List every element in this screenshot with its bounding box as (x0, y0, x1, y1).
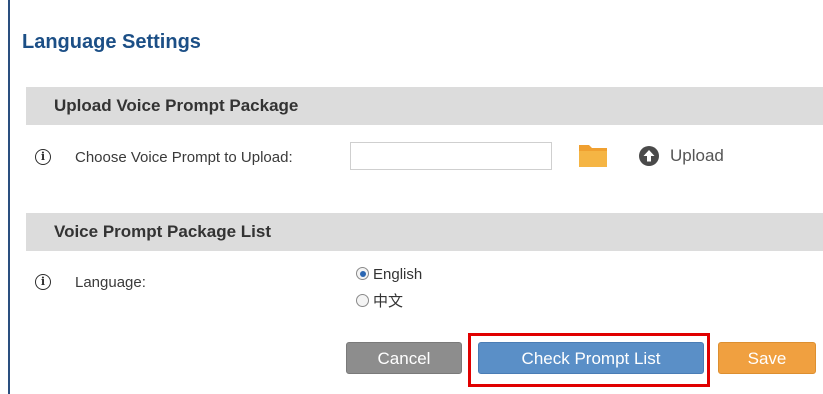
save-button[interactable]: Save (718, 342, 816, 374)
voice-prompt-file-input[interactable] (350, 142, 552, 170)
info-icon[interactable]: i (35, 274, 51, 290)
language-label: Language: (75, 274, 146, 291)
list-section-title: Voice Prompt Package List (54, 222, 271, 241)
check-prompt-list-button[interactable]: Check Prompt List (478, 342, 704, 374)
language-option-label: 中文 (373, 293, 404, 310)
info-icon[interactable]: i (35, 149, 51, 165)
language-option-label: English (373, 266, 423, 283)
choose-voice-prompt-text: Choose Voice Prompt to Upload: (75, 149, 293, 166)
choose-voice-prompt-label: Choose Voice Prompt to Upload: (75, 145, 315, 170)
language-option-chinese[interactable]: 中文 (356, 290, 403, 311)
settings-panel (8, 0, 823, 394)
upload-section-header: Upload Voice Prompt Package (26, 87, 823, 125)
upload-link[interactable]: Upload (670, 146, 724, 166)
radio-english[interactable] (356, 267, 369, 280)
page-title: Language Settings (22, 31, 201, 53)
folder-icon[interactable] (578, 142, 608, 168)
radio-chinese[interactable] (356, 294, 369, 307)
upload-arrow-icon[interactable] (638, 145, 660, 167)
list-section-header: Voice Prompt Package List (26, 213, 823, 251)
upload-section-title: Upload Voice Prompt Package (54, 96, 299, 115)
cancel-button[interactable]: Cancel (346, 342, 462, 374)
language-option-english[interactable]: English (356, 266, 422, 283)
